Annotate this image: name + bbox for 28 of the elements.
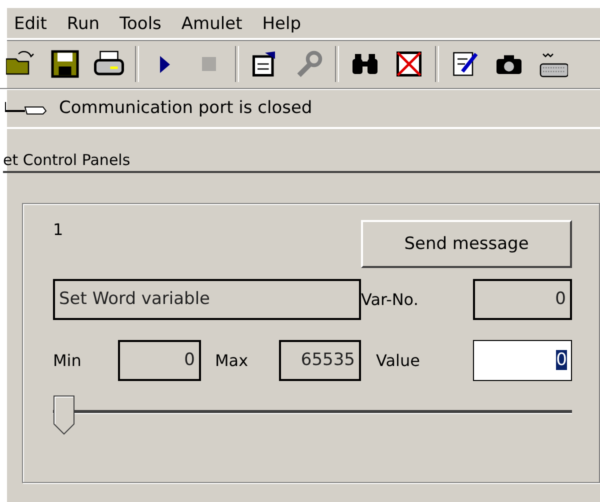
min-label: Min — [53, 350, 82, 370]
toolbar-button[interactable] — [450, 49, 480, 79]
play-icon — [160, 56, 170, 72]
edit-icon — [450, 49, 480, 79]
max-label: Max — [214, 350, 250, 370]
panel-number: 1 — [53, 220, 64, 239]
value-label: Value — [375, 350, 421, 370]
menu-item[interactable]: Edit — [14, 14, 47, 38]
section-title: et Control Panels — [3, 129, 600, 173]
plug-icon — [5, 101, 47, 115]
description-field: Set Word variable — [53, 278, 361, 320]
send-message-button[interactable]: Send message — [361, 220, 572, 268]
min-field[interactable]: 0 — [118, 340, 201, 380]
var-no-label: Var-No. — [361, 290, 420, 308]
slider-thumb[interactable] — [53, 395, 75, 435]
delete-icon — [394, 49, 424, 79]
max-field[interactable]: 65535 — [279, 340, 361, 380]
var-no-field[interactable]: 0 — [473, 278, 572, 320]
menu-item[interactable]: Run — [66, 14, 100, 38]
toolbar-button[interactable] — [394, 49, 424, 79]
menu-item[interactable]: Tools — [120, 14, 162, 38]
value-field[interactable]: 0 — [473, 340, 572, 380]
save-icon — [50, 49, 80, 79]
stop-icon — [202, 57, 216, 71]
status-text: Communication port is closed — [59, 98, 312, 118]
toolbar-button[interactable] — [50, 49, 80, 79]
menu-item[interactable]: Amulet — [181, 14, 242, 38]
menu-item[interactable]: Help — [262, 14, 301, 38]
